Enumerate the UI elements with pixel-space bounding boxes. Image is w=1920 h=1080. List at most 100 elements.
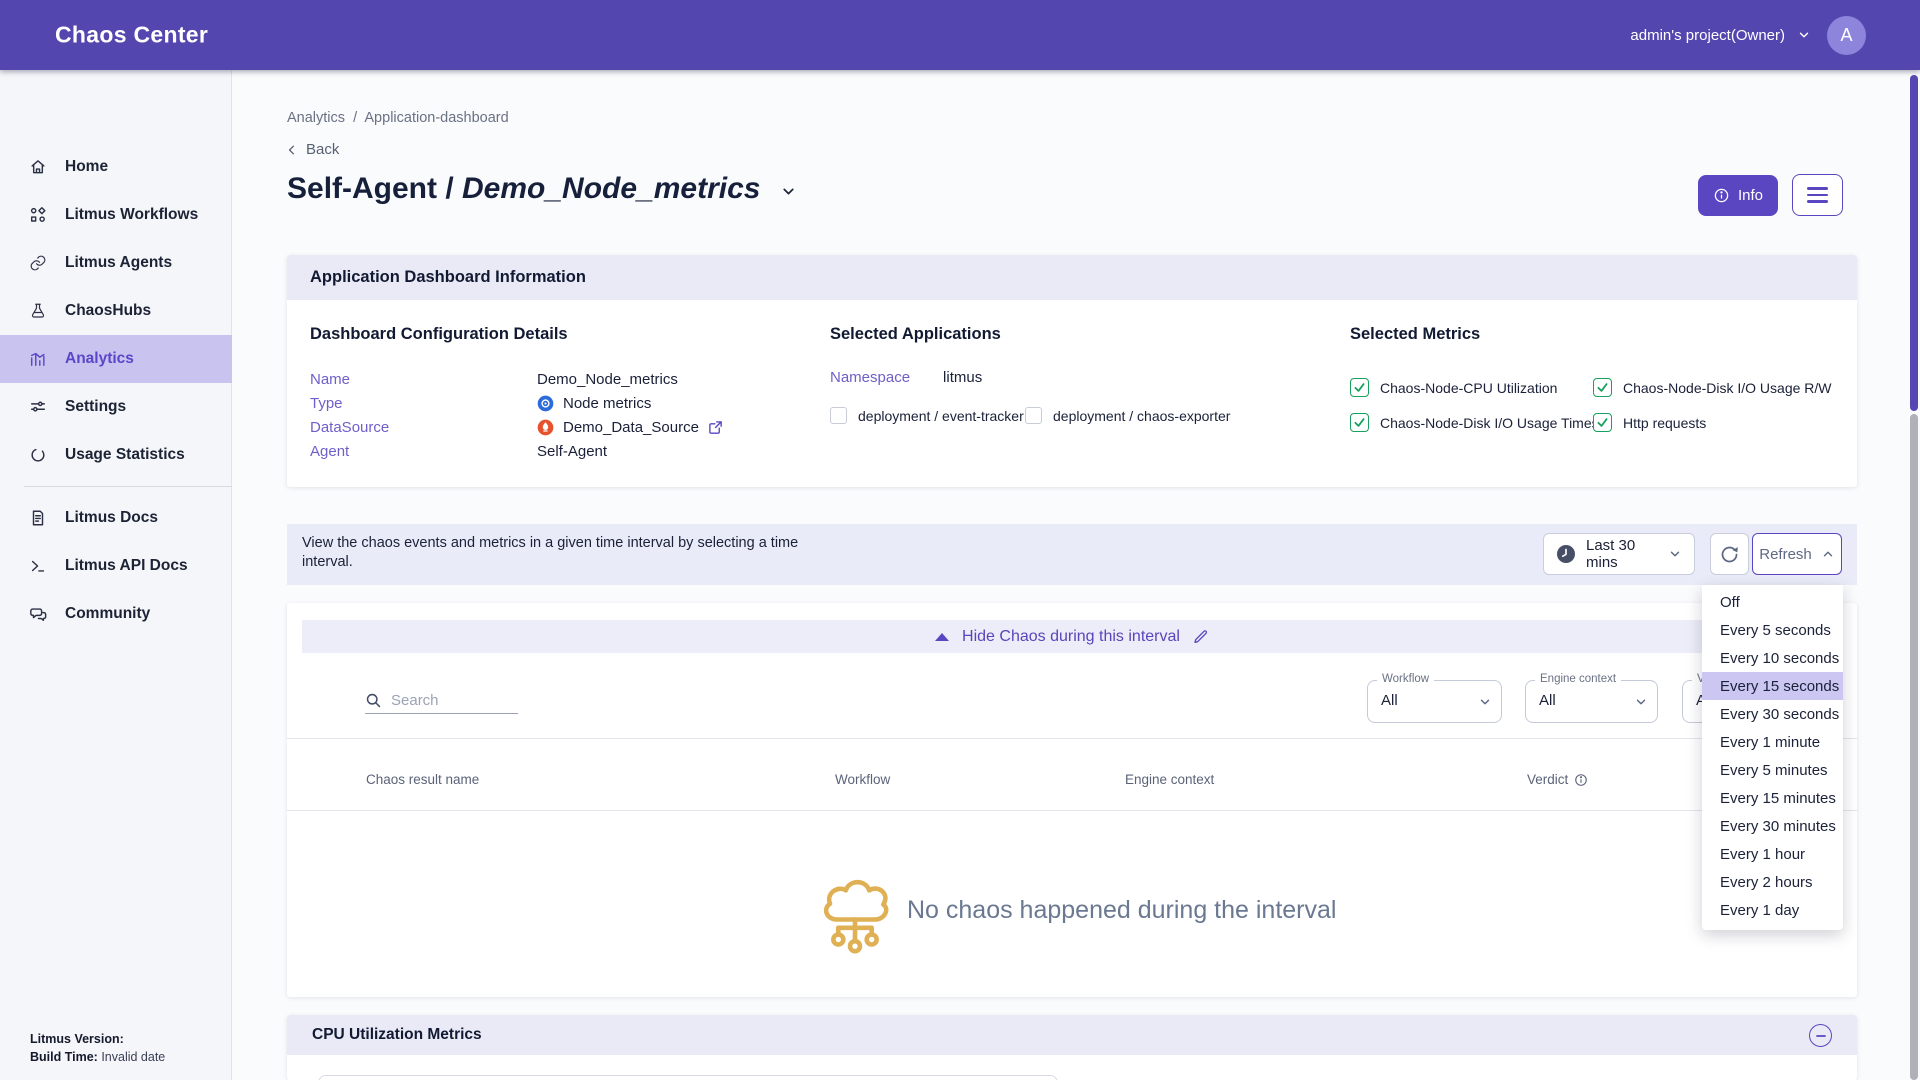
document-icon [29,509,47,527]
avatar[interactable]: A [1827,16,1866,55]
refresh-rate-dropdown[interactable]: Refresh [1752,533,1842,575]
version-info: Litmus Version: Build Time: Invalid date [30,1030,165,1068]
metric-checkbox: Chaos-Node-CPU Utilization [1350,378,1557,397]
search-field [365,687,518,714]
menu-item-off[interactable]: Off [1702,588,1843,616]
top-header: Chaos Center admin's project(Owner) A [0,0,1920,70]
checkbox-unchecked[interactable] [830,407,847,424]
chevron-down-icon [1478,695,1492,709]
page-title: Self-Agent / Demo_Node_metrics [287,172,797,206]
menu-item-every-5-minutes[interactable]: Every 5 minutes [1702,756,1843,784]
sliders-icon [29,398,47,416]
column-header-engine-context: Engine context [1125,772,1214,787]
column-header-workflow: Workflow [835,772,890,787]
app-title: Chaos Center [55,22,208,49]
divider [287,810,1857,811]
scrollbar-track[interactable] [1910,414,1918,1080]
title-chevron-down-icon[interactable] [780,183,797,200]
sidebar-item-litmus-workflows[interactable]: Litmus Workflows [0,191,232,239]
column-header-chaos-result-name: Chaos result name [366,772,479,787]
checkbox-checked[interactable] [1350,413,1369,432]
menu-item-every-2-hours[interactable]: Every 2 hours [1702,868,1843,896]
metrics-section-title: Selected Metrics [1350,325,1480,344]
verdict-info-icon[interactable] [1574,773,1588,787]
dashboard-info-panel: Application Dashboard Information Dashbo… [287,255,1857,487]
checkbox-checked[interactable] [1593,413,1612,432]
triangle-up-icon [935,633,949,641]
prometheus-icon [537,419,554,436]
refresh-rate-menu: Off Every 5 seconds Every 10 seconds Eve… [1702,585,1843,930]
search-icon [365,692,382,709]
project-selector[interactable]: admin's project(Owner) [1630,27,1811,44]
divider [287,738,1857,739]
chevron-down-icon [1668,547,1682,561]
menu-item-every-1-day[interactable]: Every 1 day [1702,896,1843,924]
menu-item-every-5-seconds[interactable]: Every 5 seconds [1702,616,1843,644]
menu-item-every-1-hour[interactable]: Every 1 hour [1702,840,1843,868]
workflow-filter[interactable]: Workflow All [1367,680,1502,723]
application-checkbox-chaos-exporter: deployment / chaos-exporter [1025,407,1230,424]
sidebar: Home Litmus Workflows Litmus Agents Chao… [0,70,232,1080]
hamburger-icon [1807,187,1828,190]
cloud-network-icon [815,871,895,963]
chart-placeholder [318,1075,1058,1080]
sidebar-item-litmus-docs[interactable]: Litmus Docs [0,494,232,542]
sidebar-item-litmus-agents[interactable]: Litmus Agents [0,239,232,287]
metric-checkbox: Chaos-Node-Disk I/O Usage R/W [1593,378,1832,397]
cpu-metrics-panel: CPU Utilization Metrics [287,1015,1857,1080]
checkbox-checked[interactable] [1593,378,1612,397]
config-row-name: Name Demo_Node_metrics [310,367,678,391]
scrollbar-thumb[interactable] [1910,75,1918,411]
sidebar-item-community[interactable]: Community [0,590,232,638]
config-section-title: Dashboard Configuration Details [310,325,568,344]
chevron-left-icon [285,143,299,157]
menu-item-every-15-seconds-selected[interactable]: Every 15 seconds [1702,672,1843,700]
refresh-now-button[interactable] [1710,533,1749,575]
config-row-datasource: DataSource Demo_Data_Source [310,415,723,439]
chevron-down-icon [1634,695,1648,709]
back-link[interactable]: Back [285,141,339,158]
edit-pencil-icon[interactable] [1193,629,1209,645]
sidebar-item-usage-statistics[interactable]: Usage Statistics [0,431,232,479]
workflows-icon [29,206,47,224]
chevron-up-icon [1821,547,1835,561]
engine-context-filter[interactable]: Engine context All [1525,680,1658,723]
external-link-icon[interactable] [708,420,723,435]
application-checkbox-event-tracker: deployment / event-tracker [830,407,1024,424]
sidebar-item-chaoshubs[interactable]: ChaosHubs [0,287,232,335]
time-range-select[interactable]: Last 30 mins [1543,533,1695,575]
sidebar-item-settings[interactable]: Settings [0,383,232,431]
interval-toolbar: View the chaos events and metrics in a g… [287,524,1857,585]
sidebar-item-home[interactable]: Home [0,143,232,191]
home-icon [29,158,47,176]
breadcrumb-analytics[interactable]: Analytics [287,110,345,126]
search-input[interactable] [391,692,509,709]
sidebar-item-analytics[interactable]: Analytics [0,335,232,383]
sidebar-item-litmus-api-docs[interactable]: Litmus API Docs [0,542,232,590]
breadcrumb: Analytics / Application-dashboard [287,110,509,126]
applications-section-title: Selected Applications [830,325,1001,344]
empty-state-message: No chaos happened during the interval [907,896,1336,925]
interval-description: View the chaos events and metrics in a g… [302,534,847,572]
config-row-agent: Agent Self-Agent [310,439,607,463]
menu-item-every-30-minutes[interactable]: Every 30 minutes [1702,812,1843,840]
info-icon [1713,187,1730,204]
panel-header: Application Dashboard Information [287,255,1857,300]
chevron-down-icon [1797,28,1811,42]
info-button[interactable]: Info [1698,175,1778,216]
analytics-icon [29,350,47,368]
collapse-panel-button[interactable] [1809,1024,1832,1047]
menu-item-every-15-minutes[interactable]: Every 15 minutes [1702,784,1843,812]
panel-header: CPU Utilization Metrics [287,1015,1857,1055]
breadcrumb-current[interactable]: Application-dashboard [364,110,508,126]
chat-bubbles-icon [29,605,47,623]
dashboard-menu-button[interactable] [1792,174,1843,216]
hide-chaos-toggle[interactable]: Hide Chaos during this interval [302,620,1842,653]
clock-icon [1556,544,1576,564]
menu-item-every-1-minute[interactable]: Every 1 minute [1702,728,1843,756]
checkbox-checked[interactable] [1350,378,1369,397]
checkbox-unchecked[interactable] [1025,407,1042,424]
node-metrics-icon [537,395,554,412]
menu-item-every-10-seconds[interactable]: Every 10 seconds [1702,644,1843,672]
menu-item-every-30-seconds[interactable]: Every 30 seconds [1702,700,1843,728]
